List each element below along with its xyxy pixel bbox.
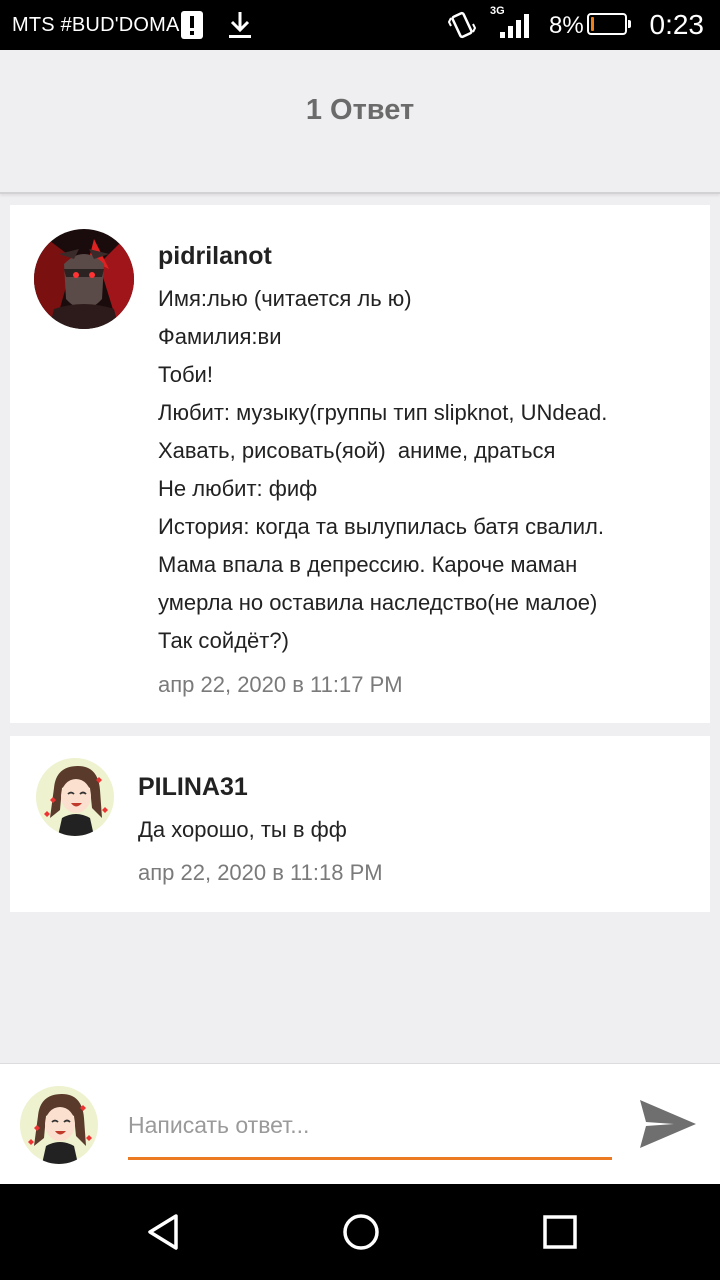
avatar-image xyxy=(34,229,134,329)
carrier-name: MTS #BUD'DOMA xyxy=(12,14,180,36)
comment-line: История: когда та вылупилась батя свалил… xyxy=(158,514,604,539)
battery-percent: 8% xyxy=(549,12,584,39)
battery-level xyxy=(591,17,594,31)
vibrate-icon xyxy=(448,11,476,39)
comment-line: Так сойдёт?) xyxy=(158,628,289,653)
avatar xyxy=(20,1086,98,1164)
comment-username[interactable]: PILINA31 xyxy=(138,773,248,802)
avatar-image xyxy=(36,758,114,836)
comment-line: Да хорошо, ты в фф xyxy=(138,817,347,842)
navigation-bar xyxy=(0,1184,720,1280)
reply-input[interactable] xyxy=(128,1102,612,1160)
download-icon xyxy=(229,12,251,38)
comment-timestamp: апр 22, 2020 в 11:17 PM xyxy=(158,672,403,697)
home-icon[interactable] xyxy=(341,1212,381,1252)
status-bar: MTS #BUD'DOMA 3G 8% 0:23 xyxy=(0,0,720,50)
page-title: 1 Ответ xyxy=(305,94,415,126)
comment-username[interactable]: pidrilanot xyxy=(158,242,272,271)
comment-line: Мама впала в депрессию. Кароче маман xyxy=(158,552,578,577)
comment-text: Имя:лью (читается ль ю) Фамилия:ви Тоби!… xyxy=(158,280,607,660)
comment-timestamp: апр 22, 2020 в 11:18 PM xyxy=(138,860,383,885)
reply-bar xyxy=(0,1063,720,1184)
avatar[interactable] xyxy=(36,758,114,836)
send-icon[interactable] xyxy=(636,1094,700,1154)
comment-line: Любит: музыку(группы тип slipknot, UNdea… xyxy=(158,400,608,425)
comment-line: Фамилия:ви xyxy=(158,324,282,349)
avatar[interactable] xyxy=(34,229,134,329)
page-header: 1 Ответ xyxy=(0,50,720,194)
battery-icon xyxy=(587,13,631,35)
comment-line: Не любит: фиф xyxy=(158,476,318,501)
comment-line: умерла но оставила наследство(не малое) xyxy=(158,590,598,615)
recents-icon[interactable] xyxy=(540,1212,580,1252)
signal-icon xyxy=(500,14,529,38)
comment-text: Да хорошо, ты в фф xyxy=(138,811,347,849)
comment-line: Тоби! xyxy=(158,362,213,387)
comment-card: PILINA31 Да хорошо, ты в фф апр 22, 2020… xyxy=(10,736,710,912)
clock: 0:23 xyxy=(649,9,705,40)
avatar-image xyxy=(20,1086,98,1164)
comment-card: pidrilanot Имя:лью (читается ль ю) Фамил… xyxy=(10,205,710,723)
back-icon[interactable] xyxy=(144,1212,184,1252)
comment-line: Имя:лью (читается ль ю) xyxy=(158,286,412,311)
alert-icon xyxy=(181,11,203,39)
comment-line: Хавать, рисовать(яой) аниме, драться xyxy=(158,438,556,463)
